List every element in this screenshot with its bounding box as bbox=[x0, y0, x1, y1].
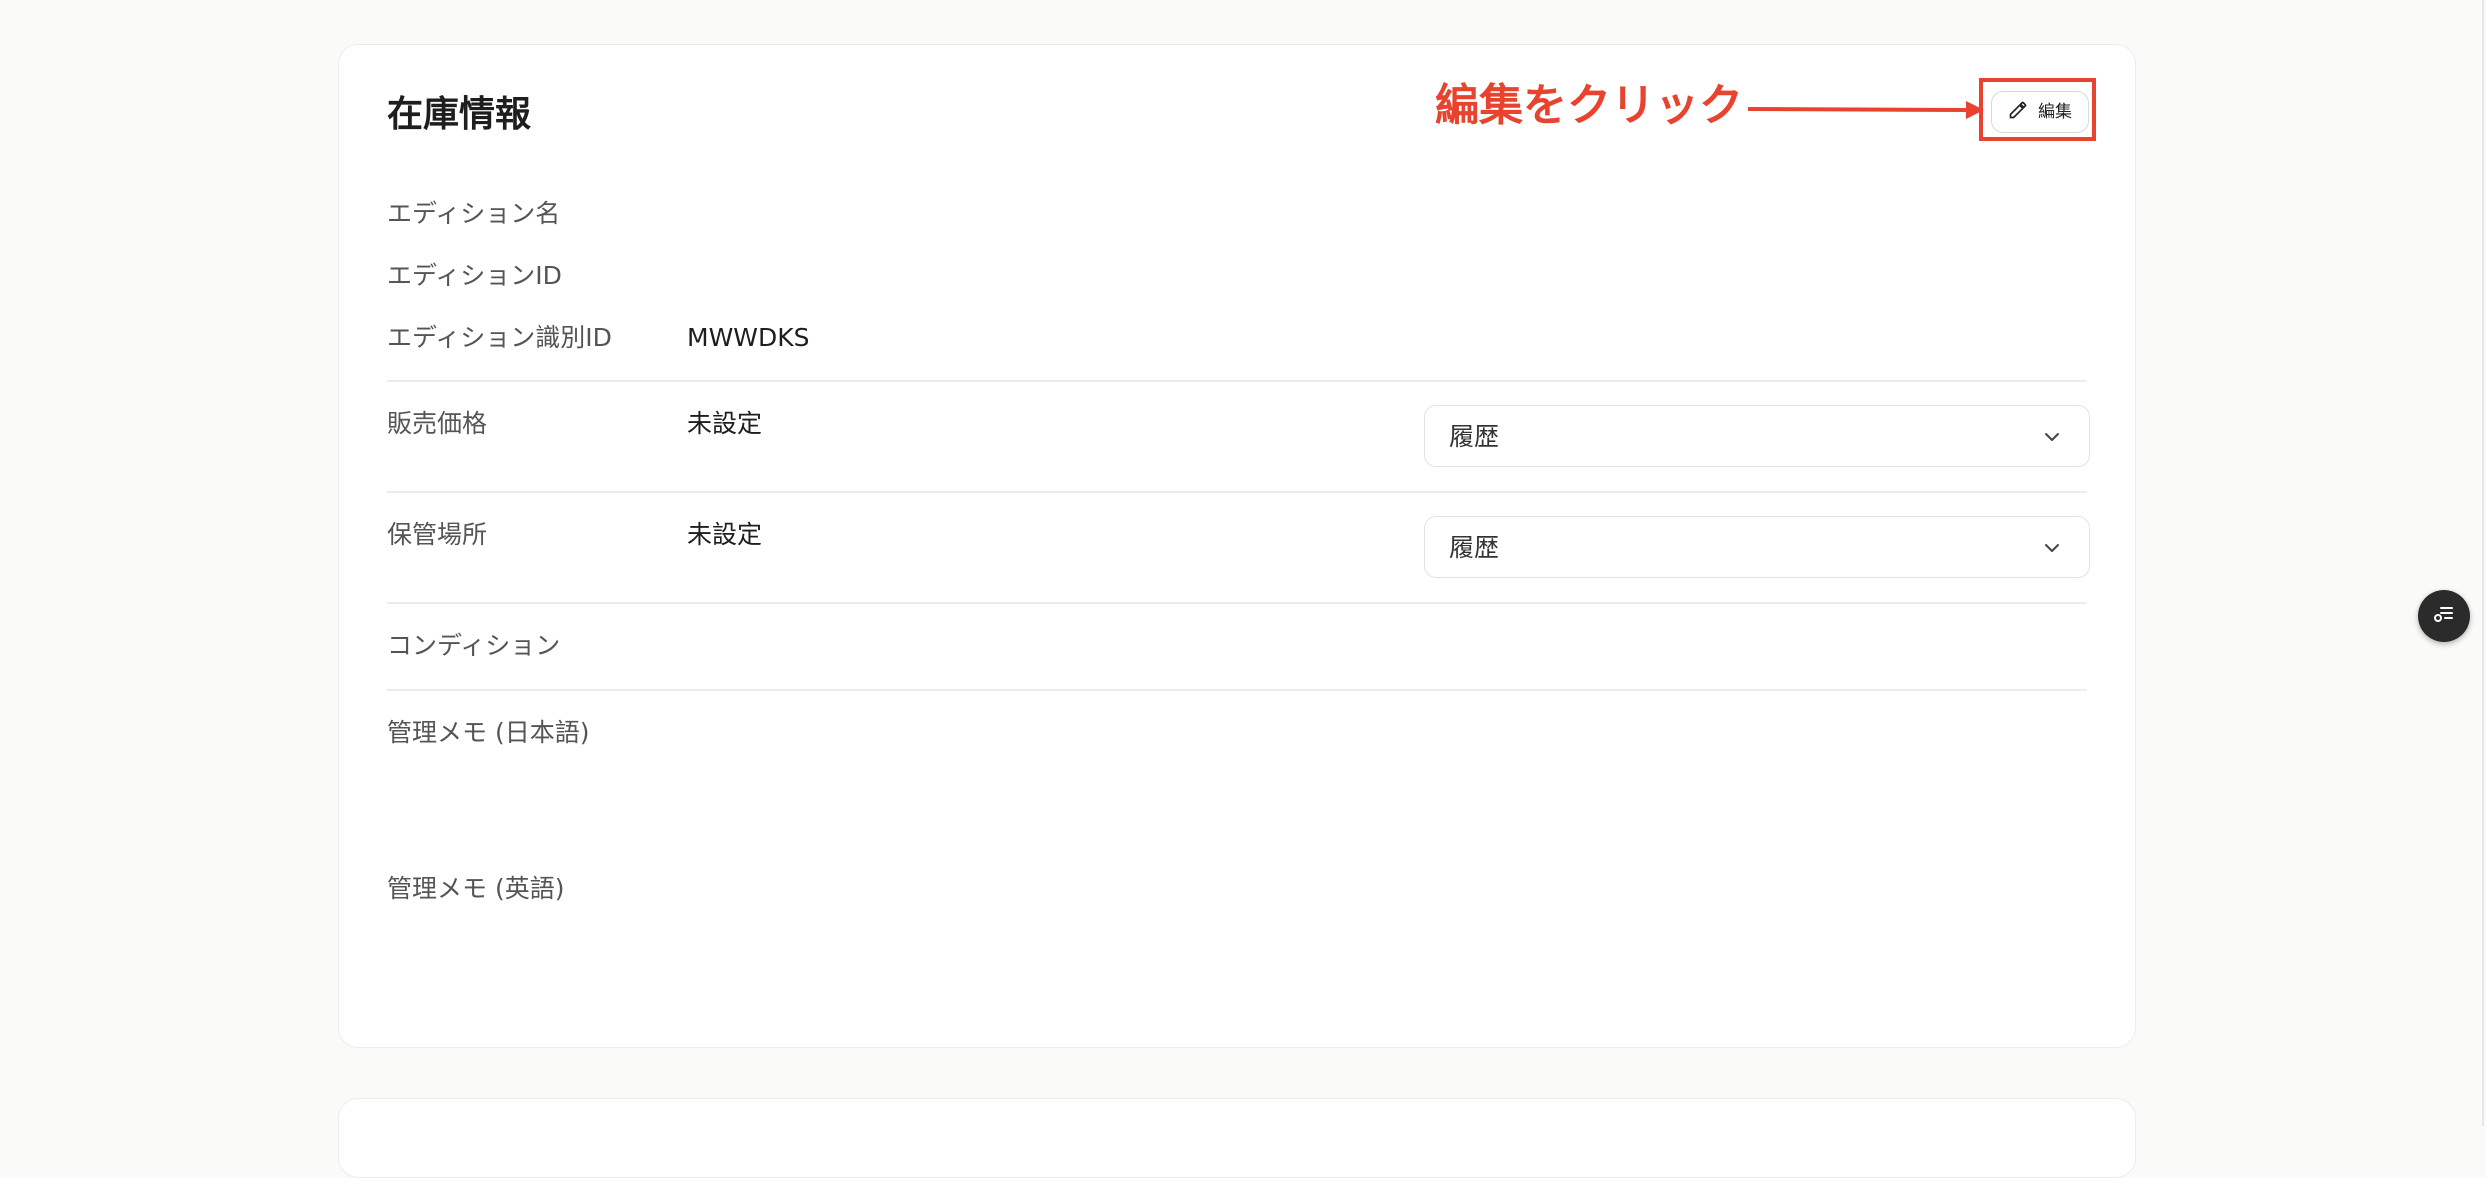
edition-id-label: エディションID bbox=[387, 261, 562, 290]
divider bbox=[387, 602, 2087, 604]
divider bbox=[387, 380, 2087, 382]
condition-label: コンディション bbox=[387, 631, 561, 660]
storage-location-history-label: 履歴 bbox=[1449, 533, 1500, 562]
storage-location-label: 保管場所 bbox=[387, 520, 488, 549]
divider bbox=[387, 491, 2087, 493]
admin-memo-en-label: 管理メモ (英語) bbox=[387, 874, 565, 903]
checklist-fab-button[interactable] bbox=[2418, 590, 2470, 642]
sale-price-history-select[interactable]: 履歴 bbox=[1424, 405, 2090, 467]
sale-price-value: 未設定 bbox=[687, 409, 763, 438]
section-title: 在庫情報 bbox=[387, 94, 532, 135]
chevron-down-icon bbox=[2043, 539, 2061, 557]
annotation-text: 編集をクリック bbox=[1435, 80, 1743, 131]
edition-name-label: エディション名 bbox=[387, 199, 561, 228]
edition-identifier-value: MWWDKS bbox=[687, 323, 810, 352]
storage-location-value: 未設定 bbox=[687, 520, 763, 549]
divider bbox=[387, 689, 2087, 691]
chevron-down-icon bbox=[2043, 428, 2061, 446]
next-card bbox=[338, 1098, 2136, 1178]
annotation-arrow bbox=[1747, 101, 1984, 119]
scrollbar-track[interactable] bbox=[2482, 0, 2484, 1126]
annotation-highlight-box bbox=[1979, 78, 2096, 141]
storage-location-history-select[interactable]: 履歴 bbox=[1424, 516, 2090, 578]
sale-price-label: 販売価格 bbox=[387, 409, 488, 438]
inventory-info-card: 在庫情報 編集 エディション名 エディションID エディション識別ID MWWD… bbox=[338, 44, 2136, 1048]
checklist-icon bbox=[2432, 602, 2456, 630]
edition-identifier-label: エディション識別ID bbox=[387, 323, 612, 352]
sale-price-history-label: 履歴 bbox=[1449, 422, 1500, 451]
admin-memo-ja-label: 管理メモ (日本語) bbox=[387, 718, 590, 747]
